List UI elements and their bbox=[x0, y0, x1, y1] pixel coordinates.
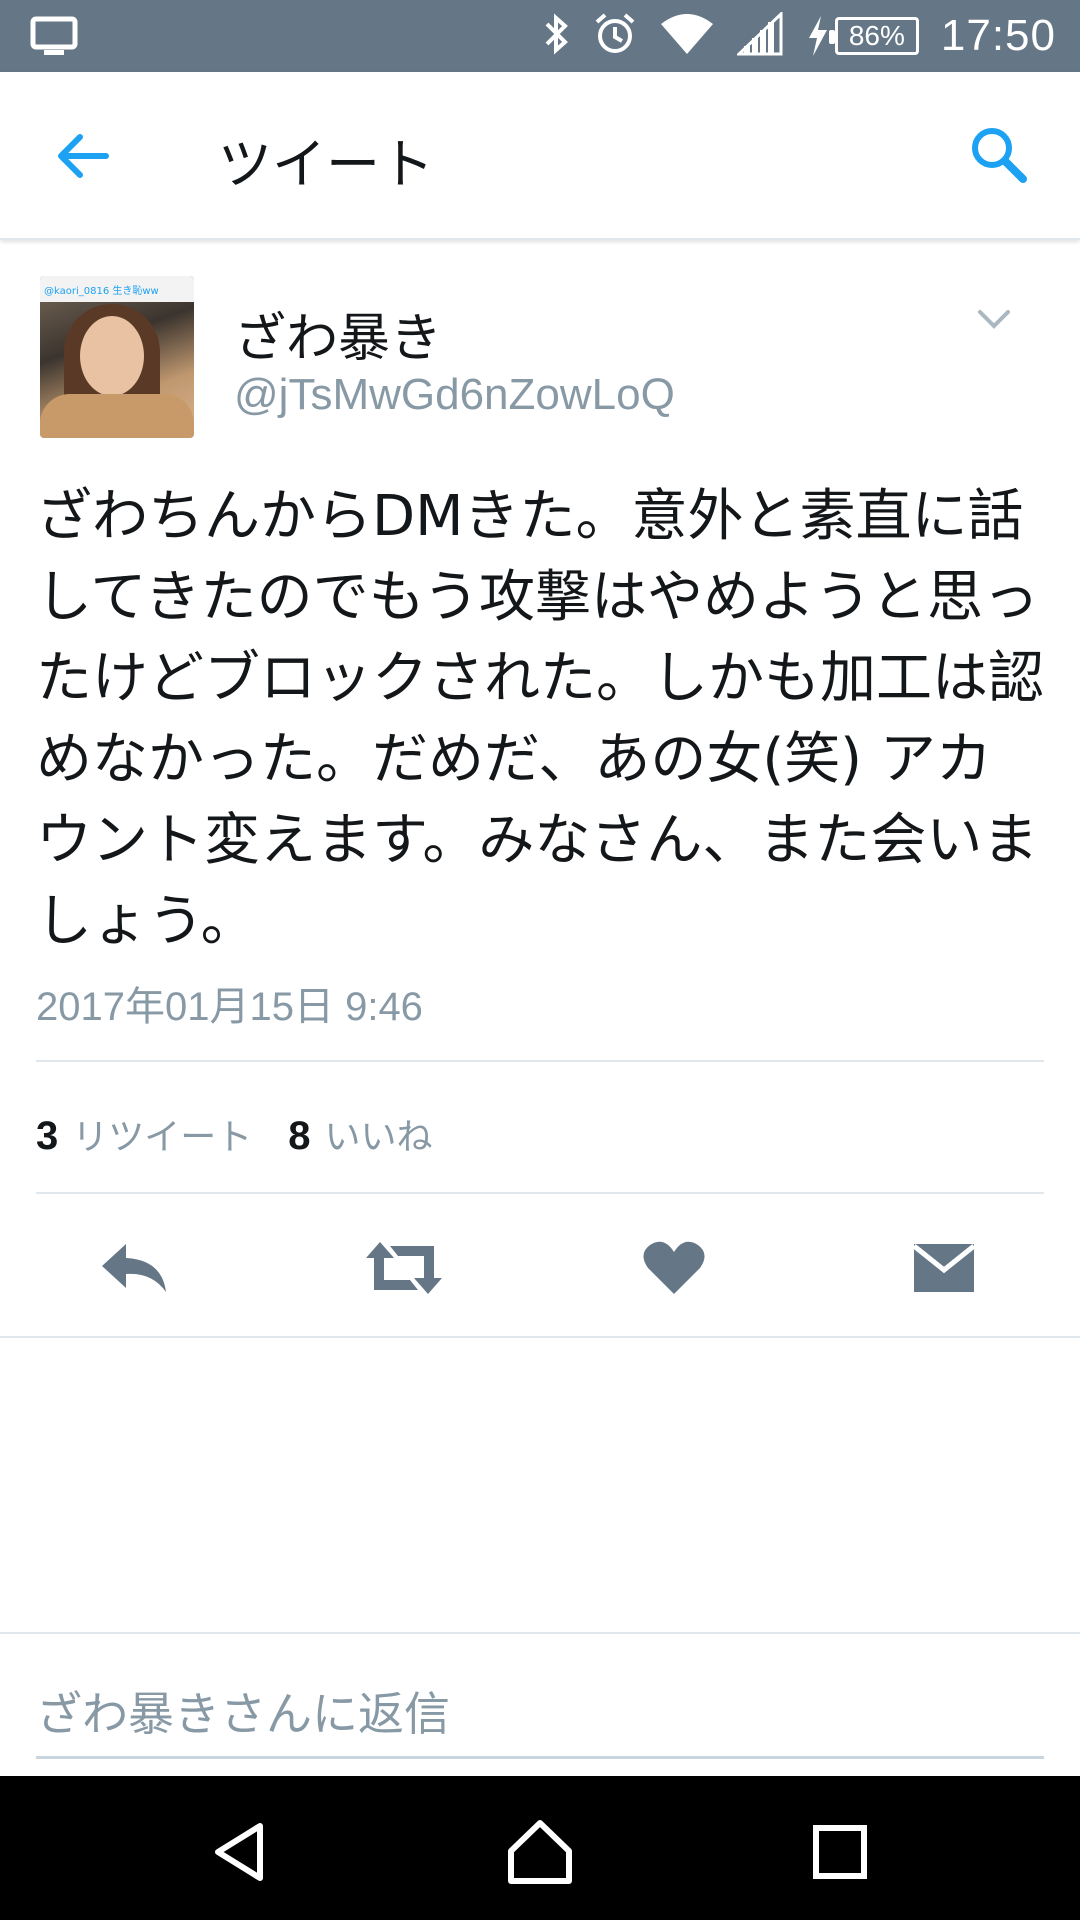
app-toolbar: ツイート bbox=[0, 72, 1080, 240]
back-arrow-icon[interactable] bbox=[52, 124, 116, 188]
battery-indicator: 86% bbox=[805, 14, 919, 58]
avatar-caption: @kaori_0816 生き恥ww bbox=[40, 276, 194, 302]
user-display-name[interactable]: ざわ暴き bbox=[234, 296, 442, 371]
tweet-timestamp: 2017年01月15日 9:46 bbox=[36, 985, 423, 1029]
divider bbox=[36, 1060, 1044, 1062]
tweet-actions bbox=[0, 1222, 1080, 1312]
page-title: ツイート bbox=[218, 133, 434, 196]
like-icon[interactable] bbox=[634, 1236, 714, 1300]
chevron-down-icon[interactable] bbox=[974, 300, 1014, 340]
signal-icon bbox=[735, 10, 783, 60]
alarm-icon bbox=[593, 12, 637, 60]
search-icon[interactable] bbox=[966, 122, 1030, 186]
retweet-count[interactable]: 3 bbox=[36, 1114, 58, 1159]
nav-home-icon[interactable] bbox=[500, 1812, 580, 1892]
direct-message-icon[interactable] bbox=[904, 1236, 984, 1300]
reply-input[interactable]: ざわ暴きさんに返信 bbox=[36, 1678, 450, 1744]
wifi-icon bbox=[659, 12, 715, 60]
system-nav-bar bbox=[0, 1776, 1080, 1920]
status-bar: 86% 17:50 bbox=[0, 0, 1080, 72]
clock: 17:50 bbox=[940, 11, 1056, 60]
retweet-icon[interactable] bbox=[364, 1236, 444, 1300]
divider bbox=[0, 1336, 1080, 1338]
avatar[interactable]: @kaori_0816 生き恥ww bbox=[40, 276, 194, 438]
user-handle[interactable]: @jTsMwGd6nZowLoQ bbox=[234, 370, 675, 420]
tweet-text: ざわちんからDMきた。意外と素直に話してきたのでもう攻撃はやめようと思ったけどブ… bbox=[36, 484, 1044, 954]
reply-icon[interactable] bbox=[94, 1236, 174, 1300]
cast-screen-icon bbox=[30, 16, 78, 60]
divider bbox=[36, 1192, 1044, 1194]
battery-level: 86% bbox=[828, 17, 919, 55]
like-count-label[interactable]: いいね bbox=[325, 1108, 433, 1160]
like-count[interactable]: 8 bbox=[288, 1114, 310, 1159]
bluetooth-icon bbox=[543, 12, 571, 60]
nav-recents-icon[interactable] bbox=[800, 1812, 880, 1892]
engagement-counts: 3 リツイート 8 いいね bbox=[36, 1108, 469, 1160]
charging-icon bbox=[808, 16, 827, 56]
divider bbox=[0, 1632, 1080, 1634]
retweet-count-label[interactable]: リツイート bbox=[72, 1108, 252, 1160]
nav-back-icon[interactable] bbox=[200, 1812, 280, 1892]
reply-input-underline bbox=[36, 1756, 1044, 1759]
